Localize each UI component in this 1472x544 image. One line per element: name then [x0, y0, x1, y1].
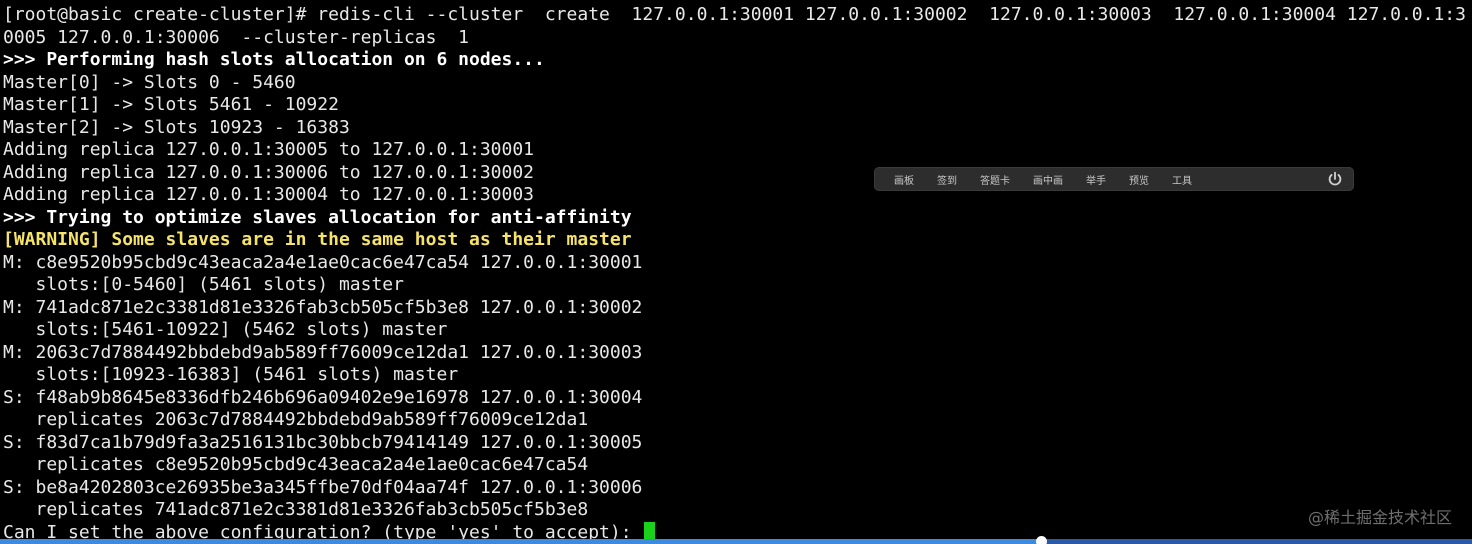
toolbar-item[interactable]: 答题卡 — [974, 170, 1016, 189]
terminal-line: slots:[5461-10922] (5462 slots) master — [3, 319, 448, 340]
terminal-line: Master[2] -> Slots 10923 - 16383 — [3, 116, 350, 138]
terminal-line: >>> Performing hash slots allocation on … — [3, 49, 545, 70]
terminal-line: Adding replica 127.0.0.1:30005 to 127.0.… — [3, 139, 535, 160]
terminal-line: S: f83d7ca1b79d9fa3a2516131bc30bbcb79414… — [3, 431, 643, 453]
floating-toolbar: 画板 签到 答题卡 画中画 举手 预览 工具 — [874, 167, 1354, 191]
progress-fill — [0, 539, 1041, 544]
terminal-line: replicates 2063c7d7884492bbdebd9ab589ff7… — [3, 409, 589, 430]
terminal-line: M: 2063c7d7884492bbdebd9ab589ff76009ce12… — [3, 341, 643, 363]
terminal-line: [WARNING] Some slaves are in the same ho… — [3, 229, 632, 250]
terminal-line: >>> Trying to optimize slaves allocation… — [3, 206, 632, 228]
toolbar-item[interactable]: 举手 — [1080, 170, 1112, 189]
terminal-line: Master[0] -> Slots 0 - 5460 — [3, 71, 296, 93]
progress-handle[interactable] — [1035, 536, 1047, 544]
toolbar-item[interactable]: 签到 — [931, 170, 963, 189]
terminal-line: slots:[0-5460] (5461 slots) master — [3, 274, 404, 295]
toolbar-item[interactable]: 画板 — [888, 170, 920, 189]
text-cursor — [644, 521, 656, 541]
terminal-output[interactable]: [root@basic create-cluster]# redis-cli -… — [3, 4, 1469, 544]
playback-progress-bar[interactable] — [0, 536, 1472, 544]
terminal-line: slots:[10923-16383] (5461 slots) master — [3, 364, 459, 385]
terminal-line: M: 741adc871e2c3381d81e3326fab3cb505cf5b… — [3, 296, 643, 318]
terminal-line: Master[1] -> Slots 5461 - 10922 — [3, 94, 339, 115]
terminal-line: [root@basic create-cluster]# redis-cli -… — [3, 4, 1466, 25]
terminal-line: S: f48ab9b8645e8336dfb246b696a09402e9e16… — [3, 386, 643, 408]
terminal-line: S: be8a4202803ce26935be3a345ffbe70df04aa… — [3, 476, 643, 498]
toolbar-item[interactable]: 预览 — [1123, 170, 1155, 189]
terminal-line: 0005 127.0.0.1:30006 --cluster-replicas … — [3, 26, 469, 48]
power-icon[interactable] — [1326, 170, 1344, 188]
toolbar-item[interactable]: 画中画 — [1027, 170, 1069, 189]
terminal-line: replicates c8e9520b95cbd9c43eaca2a4e1ae0… — [3, 454, 589, 475]
screen: [root@basic create-cluster]# redis-cli -… — [0, 0, 1472, 544]
toolbar-item[interactable]: 工具 — [1166, 170, 1198, 189]
terminal-line: M: c8e9520b95cbd9c43eaca2a4e1ae0cac6e47c… — [3, 251, 643, 273]
terminal-line: replicates 741adc871e2c3381d81e3326fab3c… — [3, 499, 589, 520]
watermark: @稀土掘金技术社区 — [1307, 508, 1452, 527]
